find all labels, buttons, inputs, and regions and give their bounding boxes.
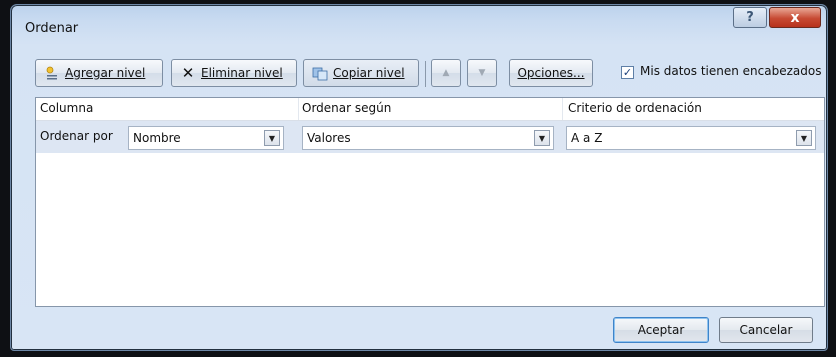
chevron-down-icon[interactable]: ▼ bbox=[796, 130, 812, 146]
chevron-down-icon[interactable]: ▼ bbox=[264, 130, 280, 146]
add-level-label: Agregar nivel bbox=[65, 66, 146, 80]
column-value: Nombre bbox=[133, 131, 181, 145]
sort-on-value: Valores bbox=[307, 131, 351, 145]
copy-icon bbox=[312, 65, 328, 81]
help-button[interactable]: ? bbox=[733, 7, 767, 28]
order-combobox[interactable]: A a Z ▼ bbox=[566, 126, 816, 150]
delete-level-label: Eliminar nivel bbox=[201, 66, 283, 80]
cancel-button[interactable]: Cancelar bbox=[719, 317, 813, 343]
copy-level-button[interactable]: Copiar nivel bbox=[303, 59, 419, 87]
add-level-button[interactable]: Agregar nivel bbox=[35, 59, 163, 87]
title-bar: Ordenar ? x bbox=[11, 5, 827, 45]
close-icon: x bbox=[790, 9, 800, 26]
column-header: Columna bbox=[40, 101, 94, 115]
move-up-button[interactable]: ▲ bbox=[431, 59, 461, 87]
sort-by-label: Ordenar por bbox=[40, 129, 113, 143]
sort-dialog: Ordenar ? x Agregar nivel ✕ Eliminar niv… bbox=[10, 4, 828, 351]
move-down-button[interactable]: ▼ bbox=[467, 59, 497, 87]
delete-x-icon: ✕ bbox=[181, 64, 195, 82]
headers-checkbox-label: Mis datos tienen encabezados bbox=[640, 64, 822, 78]
sort-on-header: Ordenar según bbox=[302, 101, 392, 115]
options-label: Opciones... bbox=[517, 66, 585, 80]
delete-level-button[interactable]: ✕ Eliminar nivel bbox=[171, 59, 297, 87]
copy-level-label: Copiar nivel bbox=[333, 66, 405, 80]
order-value: A a Z bbox=[571, 131, 603, 145]
sort-level-row[interactable]: Ordenar por Nombre ▼ Valores ▼ A a Z ▼ bbox=[36, 121, 824, 153]
help-icon: ? bbox=[746, 10, 754, 25]
ok-button[interactable]: Aceptar bbox=[613, 317, 709, 343]
column-combobox[interactable]: Nombre ▼ bbox=[128, 126, 284, 150]
toolbar: Agregar nivel ✕ Eliminar nivel Copiar ni… bbox=[35, 59, 825, 89]
chevron-down-icon[interactable]: ▼ bbox=[534, 130, 550, 146]
close-button[interactable]: x bbox=[769, 7, 821, 28]
column-divider bbox=[562, 98, 563, 120]
toolbar-separator bbox=[425, 61, 426, 87]
sort-on-combobox[interactable]: Valores ▼ bbox=[302, 126, 554, 150]
arrow-down-icon: ▼ bbox=[478, 68, 486, 78]
cancel-label: Cancelar bbox=[739, 323, 793, 337]
headers-checkbox[interactable]: ✓ bbox=[621, 66, 634, 79]
add-level-icon bbox=[44, 65, 60, 81]
ok-label: Aceptar bbox=[637, 323, 685, 337]
sort-levels-grid: Columna Ordenar según Criterio de ordena… bbox=[35, 97, 825, 307]
order-header: Criterio de ordenación bbox=[568, 101, 702, 115]
column-divider bbox=[298, 98, 299, 120]
dialog-title: Ordenar bbox=[25, 21, 79, 36]
options-button[interactable]: Opciones... bbox=[509, 59, 593, 87]
checkmark-icon: ✓ bbox=[622, 66, 633, 79]
arrow-up-icon: ▲ bbox=[442, 68, 450, 78]
